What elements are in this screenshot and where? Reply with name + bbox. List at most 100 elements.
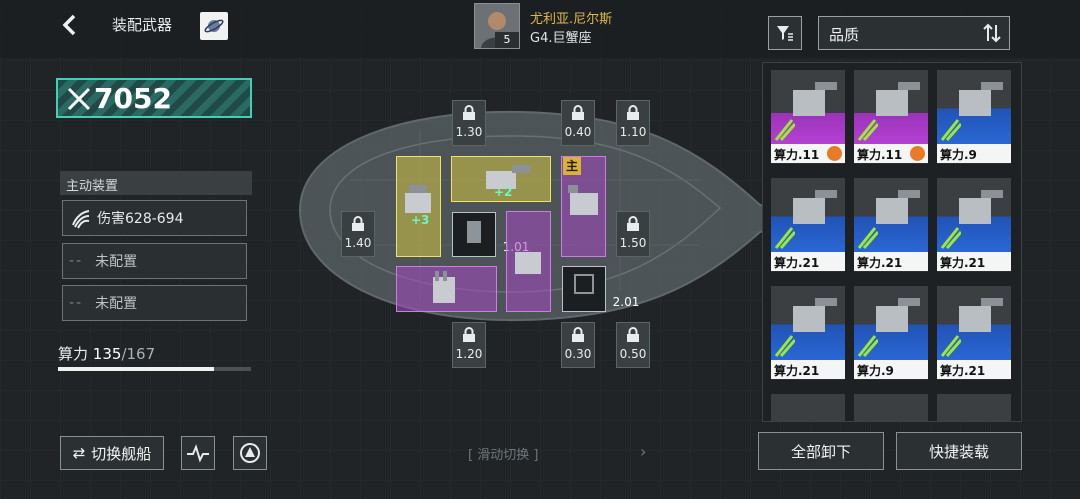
ship-name: G4.巨蟹座 [530, 31, 592, 46]
lock-icon [627, 105, 639, 120]
missile-icon [433, 271, 455, 303]
locked-slot[interactable]: 1.50 [616, 211, 650, 257]
inventory-card[interactable]: 算力.21 [854, 178, 928, 272]
quick-equip-button[interactable]: 快捷装载 [896, 432, 1022, 470]
inventory-card[interactable] [771, 394, 845, 421]
inventory-card[interactable]: 算力.21 [771, 286, 845, 380]
weapon-art [854, 394, 928, 421]
inventory-card[interactable]: 算力.11 [854, 70, 928, 164]
inventory-card[interactable]: 算力.21 [937, 286, 1011, 380]
sort-dropdown[interactable]: 品质 [818, 16, 1010, 50]
slide-hint: [ 滑动切换 ] [468, 448, 539, 463]
turret-icon [515, 252, 541, 274]
slot-value: 1.20 [455, 347, 483, 361]
capacity-bar [58, 367, 251, 371]
slot-value: 1.40 [344, 236, 372, 250]
inventory-card[interactable]: 算力.9 [854, 286, 928, 380]
lock-icon [463, 105, 475, 120]
slot-value: 0.30 [564, 347, 592, 361]
upgrade-arrow-icon [774, 335, 795, 357]
planet-button[interactable] [200, 12, 228, 40]
upgrade-arrow-icon [940, 227, 961, 249]
inventory-card[interactable]: 算力.21 [937, 178, 1011, 272]
pulse-button[interactable] [181, 436, 215, 470]
filter-icon [777, 26, 793, 41]
lock-icon [572, 105, 584, 120]
lock-icon [627, 216, 639, 231]
weapon-slot-purple[interactable] [396, 266, 497, 312]
inventory-card[interactable]: 算力.21 [771, 178, 845, 272]
upgrade-arrow-icon [940, 119, 961, 141]
combat-power-value: 7052 [94, 82, 172, 115]
inventory-card[interactable] [854, 394, 928, 421]
claw-icon [72, 210, 90, 229]
card-capacity-label: 算力.21 [771, 360, 845, 379]
lock-icon [352, 216, 364, 231]
weapon-slot-purple[interactable] [506, 211, 551, 312]
page-title: 装配武器 [112, 16, 173, 34]
inventory-card[interactable]: 算力.9 [937, 70, 1011, 164]
back-button[interactable] [58, 12, 84, 38]
weapon-art [937, 394, 1011, 421]
active-equipment-row-3[interactable]: -- 未配置 [62, 285, 247, 321]
upgrade-arrow-icon [857, 119, 878, 141]
filter-button[interactable] [768, 16, 802, 50]
unload-all-button[interactable]: 全部卸下 [758, 432, 884, 470]
fleet-icon [240, 443, 260, 463]
sort-order-icon [983, 23, 1001, 43]
gear-icon [827, 146, 842, 161]
card-capacity-label: 算力.21 [771, 252, 845, 271]
active-equipment-row-1[interactable]: 伤害628-694 [62, 200, 247, 236]
upgrade-arrow-icon [774, 119, 795, 141]
card-capacity-label: 算力.9 [854, 360, 928, 379]
active-equipment-text: 伤害628-694 [97, 211, 184, 227]
weapon-slot-gold[interactable]: +2 [451, 156, 551, 202]
gear-icon [910, 146, 925, 161]
slot-value: 0.40 [564, 125, 592, 139]
capacity-bar-fill [58, 367, 214, 371]
empty-dash: -- [69, 295, 84, 311]
active-equipment-text: 未配置 [95, 296, 138, 312]
fleet-button[interactable] [233, 436, 267, 470]
sort-label: 品质 [829, 26, 860, 44]
lock-icon [572, 327, 584, 342]
active-equipment-row-2[interactable]: -- 未配置 [62, 243, 247, 279]
slot-bonus: +3 [411, 213, 430, 227]
slot-value: 1.50 [619, 236, 647, 250]
combat-power-panel: 7052 [56, 78, 252, 118]
commander-level: 5 [495, 32, 519, 48]
capacity-current: 135 [92, 345, 122, 363]
quick-equip-label: 快捷装载 [928, 442, 989, 461]
inventory-card[interactable] [937, 394, 1011, 421]
switch-ship-label: 切换舰船 [91, 444, 152, 463]
switch-ship-button[interactable]: ⇄ 切换舰船 [60, 436, 164, 470]
lock-icon [463, 327, 475, 342]
locked-slot[interactable]: 1.20 [452, 322, 486, 368]
special-slot[interactable]: 2.01 [562, 266, 639, 312]
slot-value: 0.50 [619, 347, 647, 361]
slot-bonus: +2 [494, 185, 513, 199]
weapon-slot-gold[interactable]: +3 [396, 156, 441, 257]
slot-value: 2.01 [612, 295, 640, 309]
inventory-grid[interactable]: 算力.11 算力.11 算力.9 算力.21 算力.21 算力.21 算力.21 算力.9 算力… [762, 62, 1022, 422]
inventory-card[interactable]: 算力.11 [771, 70, 845, 164]
chip-icon [574, 274, 594, 294]
card-capacity-label: 算力.9 [937, 144, 1011, 163]
locked-slot[interactable]: 0.40 [561, 100, 595, 146]
locked-slot[interactable]: 1.10 [616, 100, 650, 146]
locked-slot[interactable]: 0.50 [616, 322, 650, 368]
unload-all-label: 全部卸下 [790, 442, 851, 461]
special-slot[interactable]: 1.01 [452, 212, 529, 257]
upgrade-arrow-icon [774, 227, 795, 249]
upgrade-arrow-icon [857, 227, 878, 249]
commander-avatar[interactable]: 5 [474, 3, 520, 49]
empty-dash: -- [69, 253, 84, 269]
card-capacity-label: 算力.21 [854, 252, 928, 271]
locked-slot[interactable]: 1.40 [341, 211, 375, 257]
main-slot-badge: 主 [563, 157, 581, 175]
weapon-art [771, 394, 845, 421]
locked-slot[interactable]: 1.30 [452, 100, 486, 146]
upgrade-arrow-icon [857, 335, 878, 357]
locked-slot[interactable]: 0.30 [561, 322, 595, 368]
chevron-right-icon: › [640, 442, 647, 461]
